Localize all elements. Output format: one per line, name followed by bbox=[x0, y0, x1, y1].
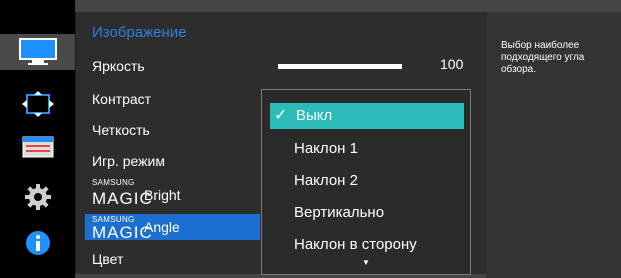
menu-item-brightness[interactable]: Яркость bbox=[92, 53, 262, 79]
menu-item-magic-bright[interactable]: SAMSUNG MAGIC Bright bbox=[92, 178, 262, 208]
brightness-value: 100 bbox=[440, 56, 464, 72]
option-label: Выкл bbox=[296, 107, 333, 124]
info-icon bbox=[25, 231, 50, 255]
menu-item-label: Игр. режим bbox=[92, 153, 165, 169]
sidebar bbox=[0, 0, 75, 278]
magic-angle-dropdown: ✓ Выкл Наклон 1 Наклон 2 Вертикально Нак… bbox=[261, 89, 471, 275]
brightness-slider[interactable] bbox=[278, 64, 402, 69]
option-tilt-1[interactable]: Наклон 1 bbox=[270, 136, 464, 162]
help-text: Выбор наиболее подходящего угла обзора. bbox=[501, 40, 585, 75]
menu-item-contrast[interactable]: Контраст bbox=[92, 86, 262, 112]
settings-sliders-icon bbox=[22, 136, 53, 158]
osd-menu: Изображение Яркость 100 Контраст Четкост… bbox=[0, 0, 621, 278]
menu-title: Изображение bbox=[92, 24, 187, 41]
sidebar-item-size-position[interactable] bbox=[0, 86, 75, 122]
menu-item-label: Bright bbox=[144, 187, 181, 203]
menu-item-sharpness[interactable]: Четкость bbox=[92, 117, 262, 143]
check-icon: ✓ bbox=[274, 107, 288, 124]
menu-item-magic-angle[interactable]: SAMSUNG MAGIC Angle bbox=[85, 214, 260, 242]
sidebar-item-info[interactable] bbox=[0, 225, 75, 261]
brand-samsung: SAMSUNG bbox=[92, 178, 135, 187]
option-tilt-2[interactable]: Наклон 2 bbox=[270, 168, 464, 194]
menu-item-label: Четкость bbox=[92, 122, 150, 138]
menu-item-label: Контраст bbox=[92, 91, 152, 107]
option-vertical[interactable]: Вертикально bbox=[270, 200, 464, 226]
sidebar-item-picture[interactable] bbox=[0, 34, 75, 70]
scroll-down-icon[interactable]: ▼ bbox=[362, 258, 370, 267]
option-off[interactable]: ✓ Выкл bbox=[270, 103, 464, 129]
option-label: Вертикально bbox=[294, 204, 385, 221]
option-label: Наклон 1 bbox=[294, 140, 358, 157]
menu-item-label: Яркость bbox=[92, 58, 145, 74]
size-position-icon bbox=[21, 91, 54, 117]
menu-item-game-mode[interactable]: Игр. режим bbox=[92, 148, 262, 174]
option-label: Наклон 2 bbox=[294, 172, 358, 189]
menu-item-color[interactable]: Цвет bbox=[92, 246, 262, 272]
sidebar-item-settings[interactable] bbox=[0, 129, 75, 165]
menu-item-label: Angle bbox=[144, 219, 180, 235]
sidebar-item-system[interactable] bbox=[0, 179, 75, 215]
menu-item-label: Цвет bbox=[92, 251, 124, 267]
picture-icon bbox=[18, 38, 57, 65]
option-label: Наклон в сторону bbox=[294, 236, 417, 253]
gear-icon bbox=[24, 184, 51, 210]
option-side-tilt[interactable]: Наклон в сторону bbox=[270, 232, 464, 258]
